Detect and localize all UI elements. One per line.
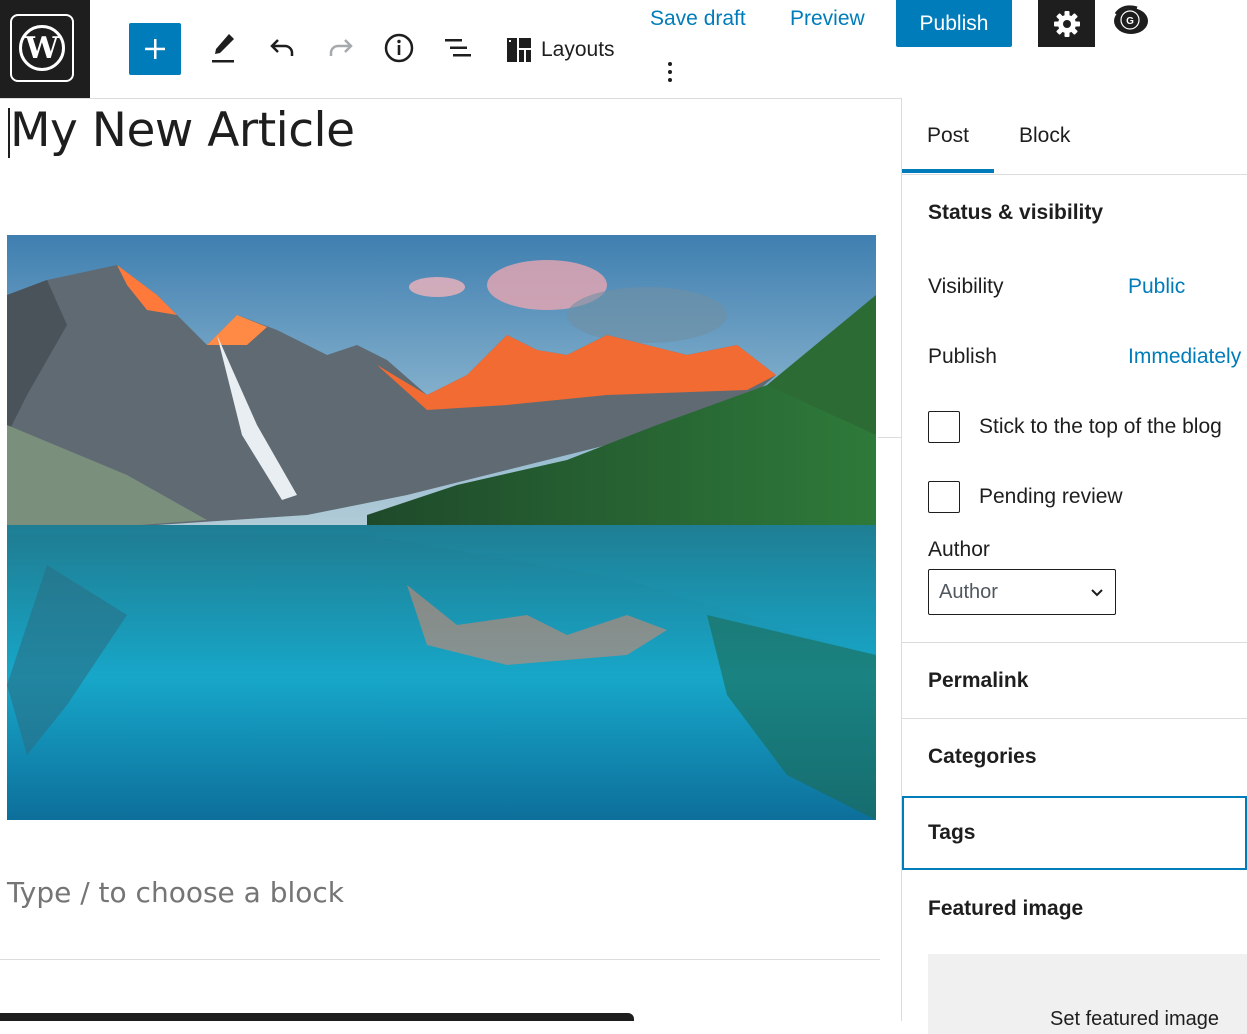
tab-block[interactable]: Block (1019, 124, 1070, 148)
image-block[interactable] (7, 235, 876, 820)
status-visibility-panel-toggle[interactable]: Status & visibility (928, 201, 1103, 225)
block-appender-placeholder[interactable]: Type / to choose a block (7, 876, 344, 909)
grammarly-icon: G (1114, 5, 1148, 34)
visibility-toggle[interactable]: Public (1128, 275, 1185, 299)
redo-button[interactable] (319, 26, 363, 70)
active-tab-indicator (902, 169, 994, 173)
sticky-checkbox[interactable] (928, 411, 960, 443)
panel-separator (902, 642, 1247, 643)
pending-review-checkbox[interactable] (928, 481, 960, 513)
publish-button[interactable]: Publish (896, 0, 1012, 47)
divider (878, 437, 902, 438)
chevron-down-icon (1091, 589, 1103, 597)
author-select-value: Author (939, 580, 998, 603)
details-button[interactable] (377, 26, 421, 70)
editor-divider (0, 959, 880, 960)
tab-post[interactable]: Post (927, 124, 969, 148)
tabs-divider (902, 174, 1247, 175)
undo-icon (270, 39, 294, 56)
permalink-panel-toggle[interactable]: Permalink (928, 669, 1028, 693)
author-select[interactable]: Author (928, 569, 1116, 615)
bottom-bar (0, 1013, 634, 1021)
wordpress-logo-button[interactable]: W (0, 0, 90, 98)
sticky-label[interactable]: Stick to the top of the blog (979, 415, 1222, 439)
redo-icon (329, 39, 353, 56)
tags-panel-toggle[interactable]: Tags (928, 821, 975, 845)
pencil-icon (212, 34, 234, 63)
more-vertical-icon (668, 62, 672, 66)
add-block-button[interactable] (129, 23, 181, 75)
landscape-image (7, 235, 876, 820)
plus-icon (145, 39, 165, 59)
info-icon (384, 33, 414, 63)
layouts-label: Layouts (541, 38, 615, 61)
more-options-button[interactable] (658, 62, 682, 92)
list-view-icon (445, 39, 471, 57)
categories-panel-toggle[interactable]: Categories (928, 745, 1037, 769)
publish-label: Publish (928, 345, 997, 368)
preview-button[interactable]: Preview (790, 7, 865, 31)
grammarly-button[interactable]: G (1111, 4, 1149, 36)
author-label: Author (928, 538, 990, 561)
undo-button[interactable] (260, 26, 304, 70)
layouts-icon (507, 38, 531, 62)
publish-date-toggle[interactable]: Immediately (1128, 345, 1241, 369)
visibility-label: Visibility (928, 275, 1004, 298)
featured-image-panel-toggle[interactable]: Featured image (928, 897, 1083, 921)
set-featured-image-button[interactable]: Set featured image (1050, 1008, 1219, 1031)
tools-button[interactable] (201, 26, 245, 70)
gear-icon (1053, 10, 1080, 37)
pending-review-label[interactable]: Pending review (979, 485, 1123, 509)
layouts-button[interactable]: Layouts (505, 28, 615, 72)
list-view-button[interactable] (436, 26, 480, 70)
post-title-input[interactable]: My New Article (10, 103, 355, 158)
panel-separator (902, 718, 1247, 719)
settings-button[interactable] (1038, 0, 1095, 47)
wordpress-logo-icon: W (10, 14, 74, 82)
save-draft-button[interactable]: Save draft (650, 7, 746, 31)
grammarly-letter: G (1126, 16, 1134, 27)
